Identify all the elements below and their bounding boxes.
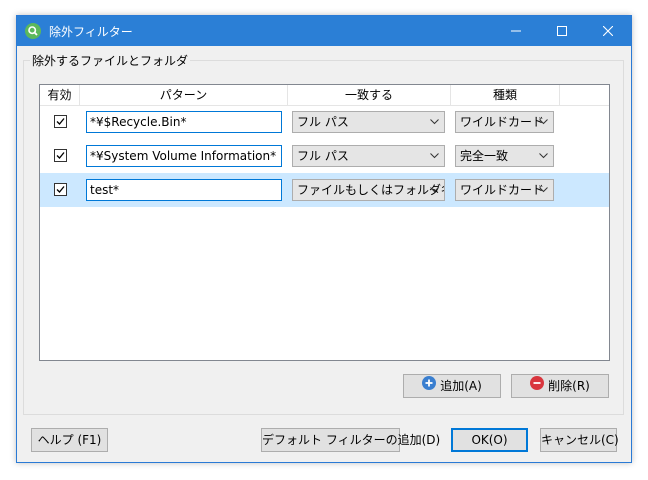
chevron-down-icon bbox=[539, 187, 548, 193]
chevron-down-icon bbox=[430, 187, 439, 193]
add-button-label: 追加(A) bbox=[440, 379, 482, 393]
maximize-button[interactable] bbox=[539, 16, 585, 46]
column-header-match[interactable]: 一致する bbox=[288, 85, 451, 105]
minus-circle-icon bbox=[530, 375, 545, 397]
add-button[interactable]: 追加(A) bbox=[403, 374, 501, 398]
check-icon bbox=[56, 186, 65, 193]
window-title: 除外フィルター bbox=[49, 25, 133, 39]
match-select-value: フル パス bbox=[297, 115, 349, 129]
table-row[interactable]: *¥$Recycle.Bin* フル パス ワイルドカード bbox=[40, 105, 609, 139]
chevron-down-icon bbox=[539, 119, 548, 125]
maximize-icon bbox=[557, 26, 567, 36]
column-header-kind[interactable]: 種類 bbox=[451, 85, 560, 105]
minimize-button[interactable] bbox=[493, 16, 539, 46]
delete-button[interactable]: 削除(R) bbox=[511, 374, 609, 398]
filter-list[interactable]: 有効 パターン 一致する 種類 *¥$Recycle.Bin* フル パス ワイ… bbox=[39, 84, 610, 361]
pattern-input[interactable]: test* bbox=[86, 179, 282, 201]
cancel-button[interactable]: キャンセル(C) bbox=[540, 428, 619, 452]
chevron-down-icon bbox=[539, 153, 548, 159]
chevron-down-icon bbox=[430, 119, 439, 125]
search-icon bbox=[25, 23, 41, 39]
kind-select[interactable]: ワイルドカード bbox=[455, 111, 554, 133]
kind-select-value: ワイルドカード bbox=[460, 115, 545, 129]
match-select[interactable]: ファイルもしくはフォルダ名 bbox=[292, 179, 445, 201]
column-header-pattern[interactable]: パターン bbox=[80, 85, 288, 105]
table-row[interactable]: test* ファイルもしくはフォルダ名 ワイルドカード bbox=[40, 173, 609, 207]
check-icon bbox=[56, 152, 65, 159]
close-button[interactable] bbox=[585, 16, 631, 46]
check-icon bbox=[56, 118, 65, 125]
kind-select[interactable]: ワイルドカード bbox=[455, 179, 554, 201]
match-select[interactable]: フル パス bbox=[292, 111, 445, 133]
delete-button-label: 削除(R) bbox=[548, 379, 590, 393]
pattern-input[interactable]: *¥System Volume Information* bbox=[86, 145, 282, 167]
plus-circle-icon bbox=[422, 375, 437, 397]
match-select[interactable]: フル パス bbox=[292, 145, 445, 167]
list-header: 有効 パターン 一致する 種類 bbox=[40, 85, 609, 106]
group-label: 除外するファイルとフォルダ bbox=[30, 52, 191, 69]
kind-select-value: ワイルドカード bbox=[460, 183, 545, 197]
ok-button[interactable]: OK(O) bbox=[451, 428, 528, 452]
minimize-icon bbox=[511, 30, 521, 32]
column-header-enabled[interactable]: 有効 bbox=[40, 85, 80, 105]
match-select-value: フル パス bbox=[297, 149, 349, 163]
table-row[interactable]: *¥System Volume Information* フル パス 完全一致 bbox=[40, 139, 609, 173]
help-button[interactable]: ヘルプ (F1) bbox=[31, 428, 108, 452]
exclude-filter-window: 除外フィルター 除外するファイルとフォルダ 有効 パターン 一致する 種類 *¥… bbox=[16, 15, 632, 463]
close-icon bbox=[603, 26, 613, 36]
enabled-checkbox[interactable] bbox=[54, 115, 67, 128]
title-bar[interactable]: 除外フィルター bbox=[17, 16, 631, 46]
match-select-value: ファイルもしくはフォルダ名 bbox=[297, 183, 445, 197]
enabled-checkbox[interactable] bbox=[54, 183, 67, 196]
kind-select[interactable]: 完全一致 bbox=[455, 145, 554, 167]
enabled-checkbox[interactable] bbox=[54, 149, 67, 162]
pattern-input[interactable]: *¥$Recycle.Bin* bbox=[86, 111, 282, 133]
kind-select-value: 完全一致 bbox=[460, 149, 509, 163]
chevron-down-icon bbox=[430, 153, 439, 159]
add-default-filters-button[interactable]: デフォルト フィルターの追加(D) bbox=[261, 428, 440, 452]
